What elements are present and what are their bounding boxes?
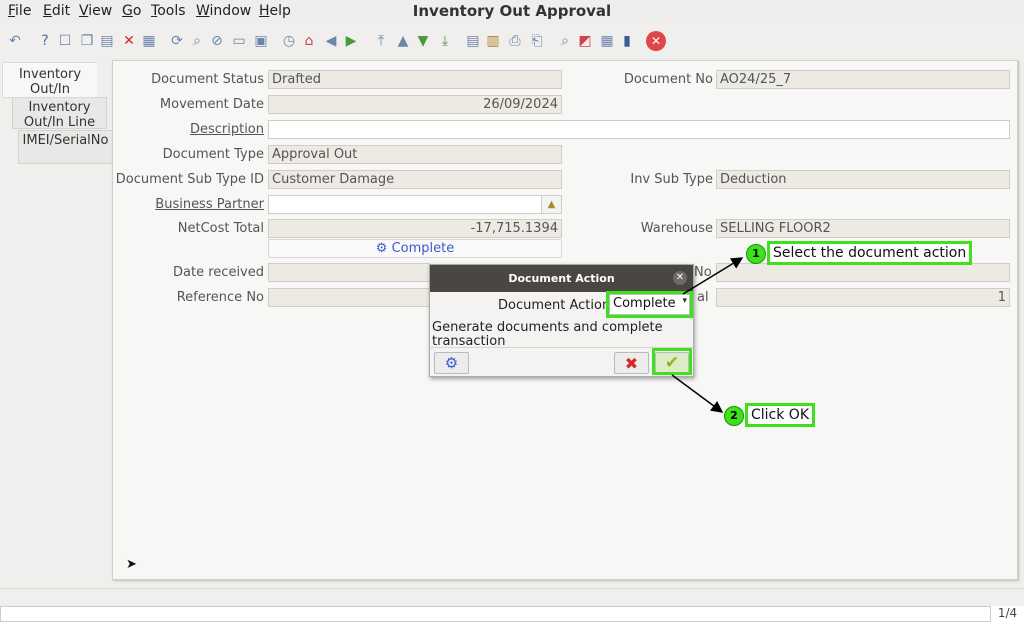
- menu-tools[interactable]: Tools: [151, 3, 186, 19]
- copy-icon[interactable]: ❐: [78, 32, 96, 50]
- document-action-label: Document Action: [498, 298, 611, 313]
- dialog-close-icon[interactable]: ✕: [673, 271, 687, 285]
- refresh-icon[interactable]: ⟳: [168, 32, 186, 50]
- report-icon[interactable]: ▤: [464, 32, 482, 50]
- save-icon[interactable]: ▤: [98, 32, 116, 50]
- step1-badge: 1: [746, 244, 766, 264]
- help-icon[interactable]: ?: [36, 32, 54, 50]
- reference-no-label: Reference No: [176, 290, 264, 305]
- delete-icon[interactable]: ✕: [120, 32, 138, 50]
- bottom-bar: [0, 606, 1024, 622]
- menu-view[interactable]: View: [79, 3, 112, 19]
- new-icon[interactable]: ☐: [56, 32, 74, 50]
- movement-date-label: Movement Date: [159, 97, 264, 112]
- step2-badge: 2: [724, 406, 744, 426]
- highlight-action-select: [606, 291, 693, 318]
- movement-date-field[interactable]: 26/09/2024: [268, 95, 562, 114]
- first-record-icon[interactable]: ⤒: [372, 32, 390, 50]
- action-description: Generate documents and complete transact…: [432, 321, 663, 348]
- reference-no-field[interactable]: [268, 288, 430, 307]
- business-partner-field[interactable]: [268, 195, 562, 214]
- description-label: Description: [189, 122, 264, 137]
- find-icon[interactable]: ⌕: [188, 32, 206, 50]
- inv-sub-type-label: Inv Sub Type: [630, 172, 713, 187]
- menu-bar: File Edit View Go Tools Window Help Inve…: [0, 0, 1024, 24]
- step1-callout: Select the document action: [767, 241, 973, 265]
- partial-right-field-1: [716, 263, 1010, 282]
- date-received-field[interactable]: [268, 263, 430, 282]
- dialog-title: Document Action: [508, 272, 615, 285]
- document-status-field: Drafted: [268, 70, 562, 89]
- netcost-total-label: NetCost Total: [177, 221, 264, 236]
- last-record-icon[interactable]: ⤓: [436, 32, 454, 50]
- partial-right-label-2: al: [697, 290, 709, 305]
- undo-icon[interactable]: ↶: [6, 32, 24, 50]
- menu-edit[interactable]: Edit: [43, 3, 70, 19]
- archive-icon[interactable]: ▥: [484, 32, 502, 50]
- product-info-icon[interactable]: ▦: [598, 32, 616, 50]
- partial-right-field-2: 1: [716, 288, 1010, 307]
- mouse-cursor-icon: ➤: [126, 557, 137, 572]
- gear-icon: ⚙: [444, 354, 459, 372]
- warehouse-label: Warehouse: [640, 221, 713, 236]
- tab-inventory-out-in-line[interactable]: Inventory Out/In Line: [12, 97, 107, 130]
- request-icon[interactable]: ◩: [576, 32, 594, 50]
- document-type-field: Approval Out: [268, 145, 562, 164]
- business-partner-label: Business Partner: [155, 197, 264, 212]
- history-icon[interactable]: ◷: [280, 32, 298, 50]
- attachment-icon[interactable]: ⊘: [208, 32, 226, 50]
- tab-imei-serialno[interactable]: IMEI/SerialNo: [18, 130, 113, 164]
- back-icon[interactable]: ◀: [322, 32, 340, 50]
- complete-button[interactable]: ⚙ Complete: [268, 239, 562, 258]
- document-sub-type-field: Customer Damage: [268, 170, 562, 189]
- highlight-ok-button: [652, 348, 692, 375]
- document-type-label: Document Type: [162, 147, 264, 162]
- document-sub-type-label: Document Sub Type ID: [115, 172, 264, 187]
- close-window-icon[interactable]: ✕: [646, 31, 666, 51]
- grid-toggle-icon[interactable]: ▣: [252, 32, 270, 50]
- print-preview-icon[interactable]: ⎗: [528, 32, 546, 50]
- date-received-label: Date received: [173, 265, 264, 280]
- forward-icon[interactable]: ▶: [342, 32, 360, 50]
- menu-help[interactable]: Help: [259, 3, 291, 19]
- cancel-x-icon: ✖: [624, 353, 639, 373]
- print-icon[interactable]: ⎙: [506, 32, 524, 50]
- description-field[interactable]: [268, 120, 1010, 139]
- zoom-across-icon[interactable]: ⌕: [556, 32, 574, 50]
- home-icon[interactable]: ⌂: [300, 32, 318, 50]
- dialog-cancel-button[interactable]: ✖: [614, 352, 649, 374]
- dialog-settings-button[interactable]: ⚙: [434, 352, 469, 374]
- lookup-icon[interactable]: ▲: [541, 196, 561, 213]
- tab-inventory-out-in[interactable]: Inventory Out/In: [2, 62, 97, 98]
- page-indicator: 1/4: [990, 606, 1024, 622]
- toolbar: ↶ ? ☐ ❐ ▤ ✕ ▦ ⟳ ⌕ ⊘ ▭ ▣ ◷ ⌂ ◀ ▶ ⤒ ▲ ▼ ⤓ …: [0, 26, 1024, 58]
- next-record-icon[interactable]: ▼: [414, 32, 432, 50]
- workflow-icon[interactable]: ▮: [618, 32, 636, 50]
- menu-go[interactable]: Go: [122, 3, 141, 19]
- previous-record-icon[interactable]: ▲: [394, 32, 412, 50]
- document-no-label: Document No: [623, 72, 713, 87]
- status-bar: [0, 588, 1024, 606]
- inv-sub-type-field: Deduction: [716, 170, 1010, 189]
- menu-window[interactable]: Window: [196, 3, 251, 19]
- step2-callout: Click OK: [745, 403, 816, 427]
- document-no-field: AO24/25_7: [716, 70, 1010, 89]
- process-icon: ⚙: [375, 241, 392, 256]
- netcost-total-field: -17,715.1394: [268, 219, 562, 238]
- dialog-title-bar: Document Action ✕: [430, 265, 693, 292]
- partial-right-label-1: No: [694, 265, 712, 280]
- document-status-label: Document Status: [151, 72, 264, 87]
- menu-file[interactable]: File: [8, 3, 31, 19]
- complete-button-label: Complete: [391, 241, 455, 256]
- warehouse-field: SELLING FLOOR2: [716, 219, 1010, 238]
- chat-icon[interactable]: ▭: [230, 32, 248, 50]
- delete-selection-icon[interactable]: ▦: [140, 32, 158, 50]
